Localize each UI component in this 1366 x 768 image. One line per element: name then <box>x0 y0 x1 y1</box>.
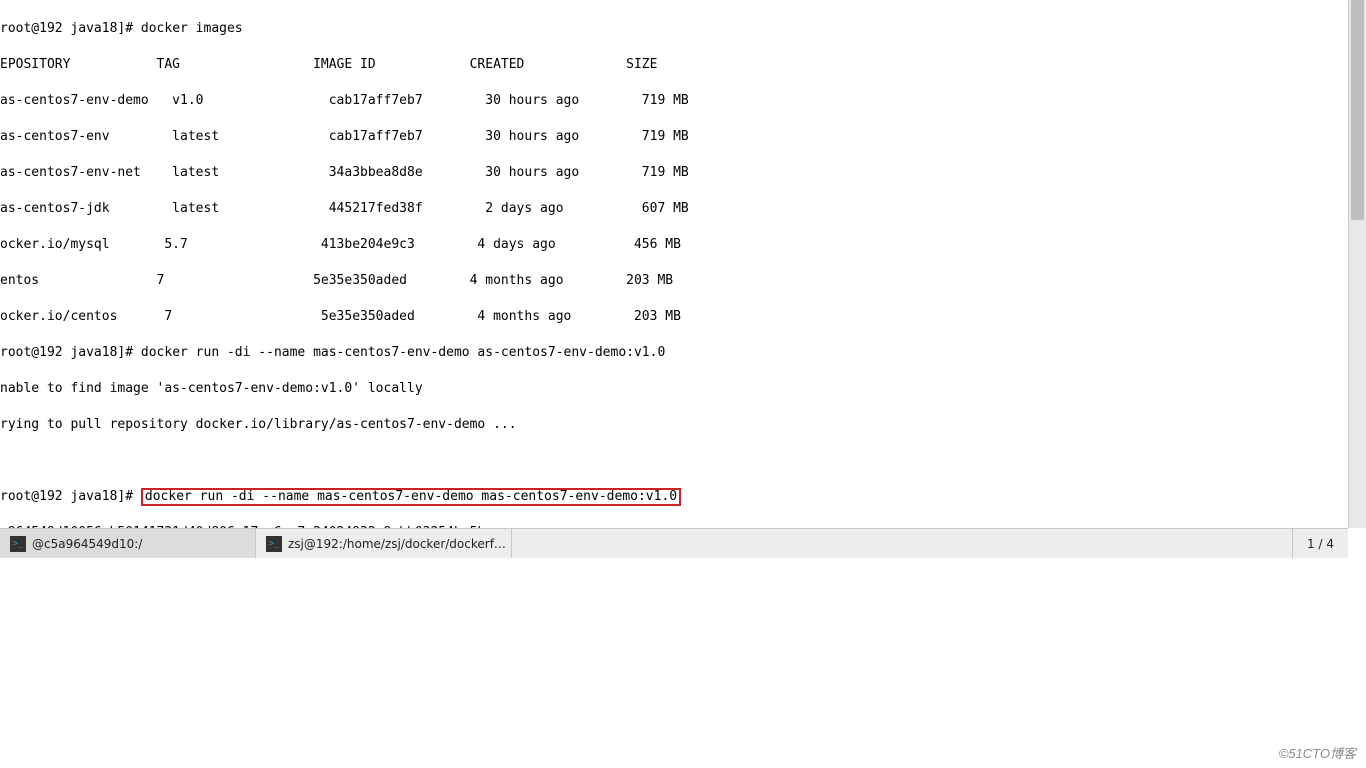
cmd-text: docker images <box>141 21 243 36</box>
task-label: zsj@192:/home/zsj/docker/dockerf… <box>288 537 506 551</box>
table-row: as-centos7-env latest cab17aff7eb7 30 ho… <box>0 128 1348 146</box>
table-row: entos 7 5e35e350aded 4 months ago 203 MB <box>0 272 1348 290</box>
cmd-text: docker run -di --name mas-centos7-env-de… <box>141 345 665 360</box>
terminal-icon <box>10 536 26 552</box>
shell-prompt: root@192 java18]# <box>0 345 133 360</box>
table-row: ocker.io/mysql 5.7 413be204e9c3 4 days a… <box>0 236 1348 254</box>
vertical-scrollbar[interactable] <box>1348 0 1366 528</box>
shell-prompt: root@192 java18]# <box>0 21 133 36</box>
terminal-icon <box>266 536 282 552</box>
output-text: nable to find image 'as-centos7-env-demo… <box>0 380 1348 398</box>
output-text: rying to pull repository docker.io/libra… <box>0 416 1348 434</box>
scrollbar-thumb[interactable] <box>1351 0 1364 220</box>
terminal-output: root@192 java18]# docker images EPOSITOR… <box>0 0 1348 528</box>
window-taskbar: @c5a964549d10:/ zsj@192:/home/zsj/docker… <box>0 528 1348 558</box>
pager-label: 1 / 4 <box>1307 537 1334 551</box>
workspace-pager[interactable]: 1 / 4 <box>1292 529 1348 558</box>
table-row: as-centos7-env-demo v1.0 cab17aff7eb7 30… <box>0 92 1348 110</box>
highlighted-command: docker run -di --name mas-centos7-env-de… <box>141 488 681 506</box>
shell-prompt: root@192 java18]# <box>0 489 133 504</box>
task-tab-terminal-2[interactable]: zsj@192:/home/zsj/docker/dockerf… <box>256 529 512 558</box>
task-label: @c5a964549d10:/ <box>32 537 142 551</box>
table-row: as-centos7-jdk latest 445217fed38f 2 day… <box>0 200 1348 218</box>
watermark-text: ©51CTO博客 <box>1279 743 1356 762</box>
terminal-panel[interactable]: root@192 java18]# docker images EPOSITOR… <box>0 0 1348 528</box>
task-tab-terminal-1[interactable]: @c5a964549d10:/ <box>0 529 256 558</box>
table-header: EPOSITORY TAG IMAGE ID CREATED SIZE <box>0 56 1348 74</box>
table-row: as-centos7-env-net latest 34a3bbea8d8e 3… <box>0 164 1348 182</box>
table-row: ocker.io/centos 7 5e35e350aded 4 months … <box>0 308 1348 326</box>
